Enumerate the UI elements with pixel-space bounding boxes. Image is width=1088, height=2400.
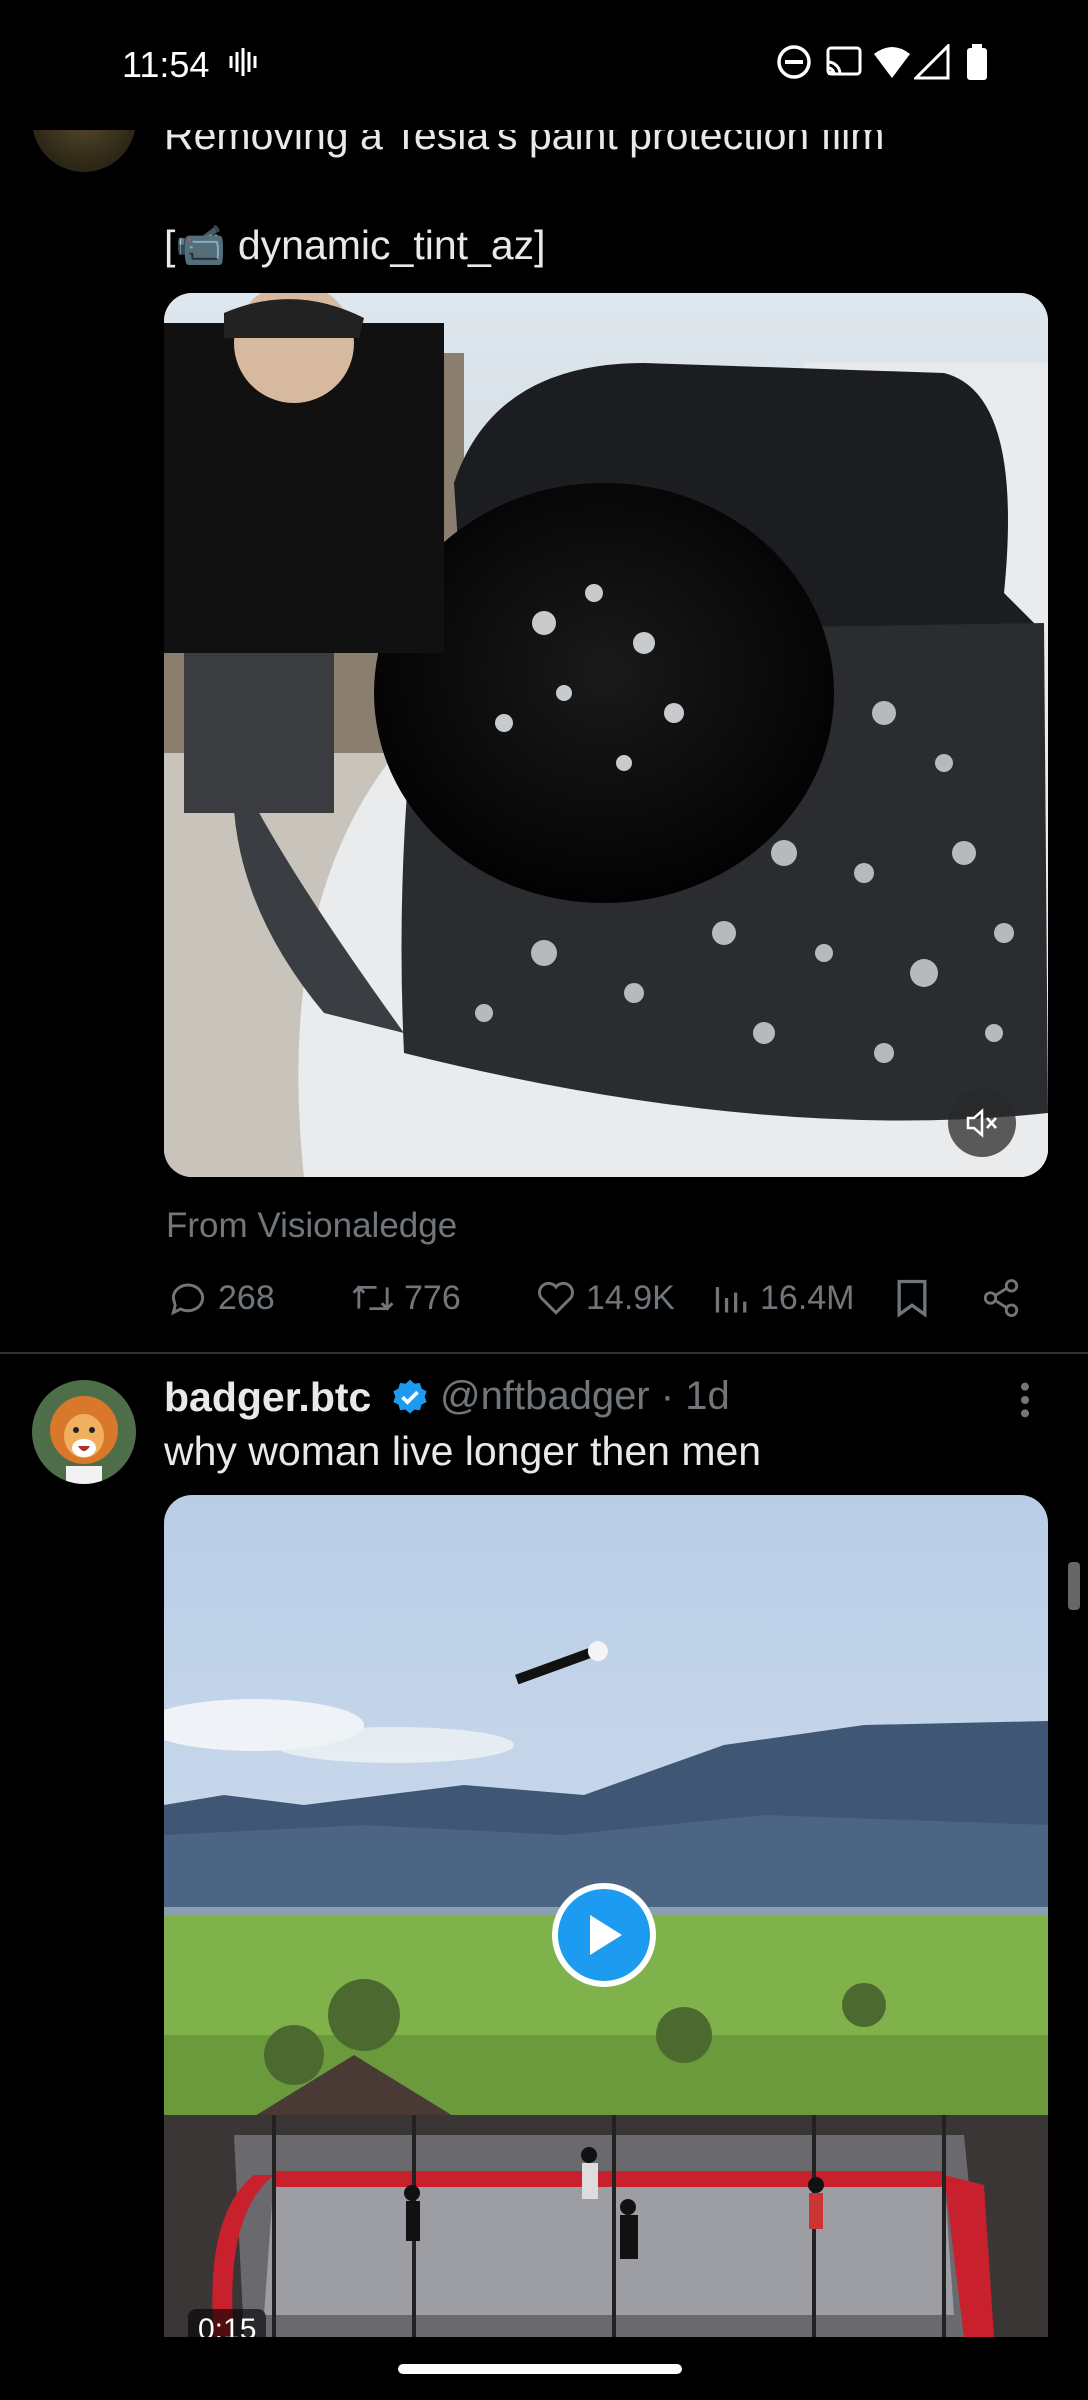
reply-icon xyxy=(171,1283,205,1316)
verified-badge-icon xyxy=(390,1378,430,1423)
tweet-video[interactable]: 0:15 xyxy=(164,1495,1048,2337)
bookmark-icon xyxy=(897,1279,927,1318)
video-credit: [📹 dynamic_tint_az] xyxy=(164,222,546,270)
display-name[interactable]: badger.btc xyxy=(164,1374,371,1421)
handle-and-time: @nftbadger · 1d xyxy=(440,1374,730,1419)
play-button[interactable] xyxy=(552,1883,656,1987)
wifi-icon xyxy=(872,44,912,85)
play-icon xyxy=(590,1915,622,1955)
tweet-video[interactable] xyxy=(164,293,1048,1177)
video-duration: 0:15 xyxy=(188,2309,267,2337)
battery-icon xyxy=(966,44,988,85)
tweet-text: why woman live longer then men xyxy=(164,1428,762,1474)
cellular-icon xyxy=(912,42,950,85)
like-button[interactable]: 14.9K xyxy=(534,1276,675,1320)
reply-button[interactable]: 268 xyxy=(166,1276,275,1320)
user-handle[interactable]: @nftbadger xyxy=(440,1374,650,1418)
do-not-disturb-icon xyxy=(776,44,812,85)
lion-avatar-icon xyxy=(32,1380,136,1484)
share-button[interactable] xyxy=(980,1276,1030,1320)
credit-name: dynamic_tint_az] xyxy=(226,222,546,268)
mute-button[interactable] xyxy=(948,1089,1016,1157)
more-options-icon[interactable] xyxy=(1010,1380,1040,1425)
tweet-actions: 268 776 14.9K 16.4M xyxy=(0,1270,1088,1330)
status-time: 11:54 xyxy=(122,44,210,85)
post-age: 1d xyxy=(685,1374,730,1418)
vibrate-icon xyxy=(228,44,258,85)
home-gesture-handle[interactable] xyxy=(398,2364,682,2374)
avatar[interactable] xyxy=(32,1380,136,1484)
views-button[interactable]: 16.4M xyxy=(712,1276,855,1320)
reply-count: 268 xyxy=(218,1278,275,1317)
speaker-muted-icon xyxy=(966,1108,997,1138)
video-camera-icon: 📹 xyxy=(175,222,227,268)
cast-icon xyxy=(824,44,864,85)
views-icon xyxy=(715,1287,747,1313)
share-icon xyxy=(983,1279,1019,1317)
tweet-divider xyxy=(0,1352,1088,1354)
source-attribution[interactable]: From Visionaledge xyxy=(166,1206,457,1246)
scrollbar-thumb[interactable] xyxy=(1068,1562,1080,1610)
video-frame xyxy=(164,293,1048,1177)
like-count: 14.9K xyxy=(586,1278,675,1317)
credit-open-bracket: [ xyxy=(164,222,176,268)
repost-icon xyxy=(352,1285,394,1311)
repost-count: 776 xyxy=(404,1278,461,1317)
repost-button[interactable]: 776 xyxy=(350,1276,461,1320)
bookmark-button[interactable] xyxy=(892,1276,940,1320)
status-bar: 11:54 xyxy=(0,0,1088,130)
separator-dot: · xyxy=(660,1374,675,1418)
views-count: 16.4M xyxy=(760,1278,855,1317)
heart-icon xyxy=(538,1281,574,1315)
